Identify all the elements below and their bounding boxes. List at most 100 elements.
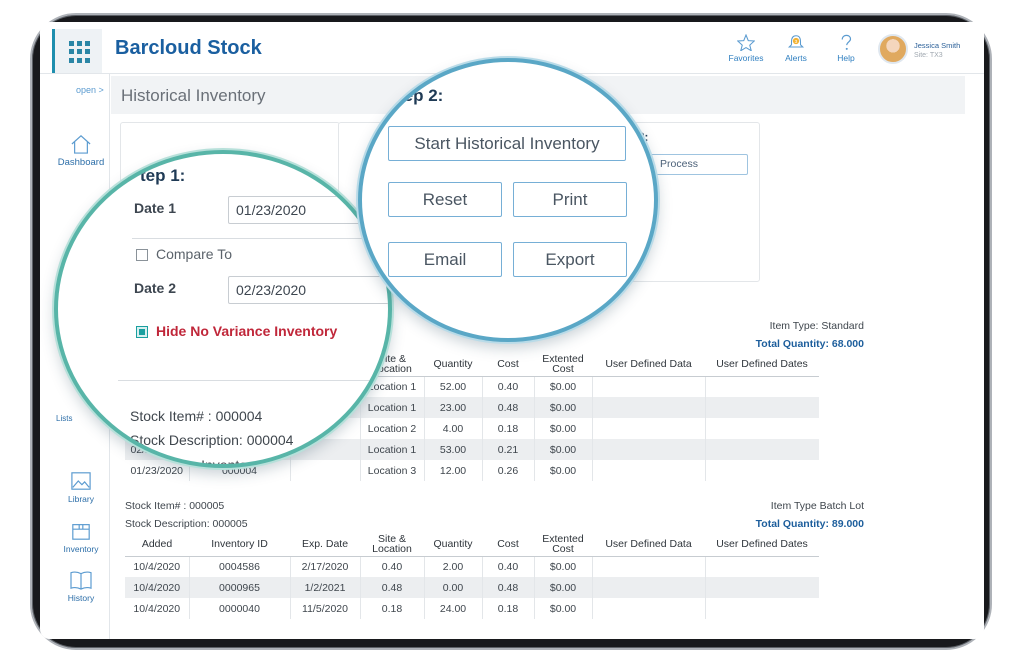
hide-no-variance-label: Hide No Variance Inventory xyxy=(156,323,338,339)
sidebar-item-history[interactable]: History xyxy=(52,570,110,603)
print-button[interactable]: Print xyxy=(513,182,627,217)
sidebar-item-library[interactable]: Library xyxy=(52,471,110,504)
sidebar-item-label: Dashboard xyxy=(57,157,105,168)
cell-user-defined-data xyxy=(591,439,705,460)
favorites-label: Favorites xyxy=(728,53,764,63)
start-historical-inventory-button[interactable]: Start Historical Inventory xyxy=(388,126,626,161)
cell-quantity: 2.00 xyxy=(423,556,482,577)
col-user-defined-data: User Defined Data xyxy=(592,532,705,557)
sidebar-item-inventory[interactable]: Inventory xyxy=(52,521,110,554)
cell-quantity: 52.00 xyxy=(423,376,482,397)
cell-extended-cost: $0.00 xyxy=(533,418,592,439)
alerts-button[interactable]: 3 Alerts xyxy=(774,34,818,63)
email-button[interactable]: Email xyxy=(388,242,502,277)
cell-quantity: 24.00 xyxy=(423,598,482,619)
cell-cost: 0.26 xyxy=(481,460,534,481)
cell-user-defined-data xyxy=(591,556,705,577)
image-icon xyxy=(71,472,91,490)
date1-label: Date 1 xyxy=(134,200,177,216)
cell-user-defined-data xyxy=(591,598,705,619)
item2-total-quantity: Total Quantity: 89.000 xyxy=(755,518,864,530)
table-row[interactable]: 10/4/2020 0000965 1/2/2021 0.48 0.00 0.4… xyxy=(125,577,819,598)
cell-site-location: Location 1 xyxy=(359,439,424,460)
cell-cost: 0.48 xyxy=(481,577,534,598)
cell-user-defined-dates xyxy=(704,439,819,460)
cell-quantity: 23.00 xyxy=(423,397,482,418)
table-row[interactable]: 10/4/2020 0004586 2/17/2020 0.40 2.00 0.… xyxy=(125,556,819,577)
box-icon xyxy=(72,524,90,540)
step1-label: tep 1: xyxy=(140,166,186,185)
cell-cost: 0.48 xyxy=(481,397,534,418)
cell-inventory-id: 0000965 xyxy=(188,577,290,598)
avatar xyxy=(878,34,908,64)
grid-menu-icon xyxy=(69,41,91,63)
table-header-row: Added Inventory ID Exp. Date Site & Loca… xyxy=(125,532,819,557)
cell-inventory-id: 0004586 xyxy=(188,556,290,577)
app-screen: Barcloud Stock Favorites 3 Alerts Help J… xyxy=(40,22,984,639)
user-site: Site: TX3 xyxy=(914,52,943,59)
col-cost: Cost xyxy=(482,532,534,557)
cell-extended-cost: $0.00 xyxy=(533,460,592,481)
question-icon xyxy=(841,34,852,50)
table-row[interactable]: 10/4/2020 0000040 11/5/2020 0.18 24.00 0… xyxy=(125,598,819,619)
promo-stage: Barcloud Stock Favorites 3 Alerts Help J… xyxy=(0,0,1024,659)
cell-quantity: 4.00 xyxy=(423,418,482,439)
sidebar-item-label: Library xyxy=(68,494,94,504)
cell-user-defined-dates xyxy=(704,376,819,397)
col-quantity: Quantity xyxy=(424,532,482,557)
cell-cost: 0.40 xyxy=(481,376,534,397)
cell-site-location: 0.40 xyxy=(359,556,424,577)
sidebar-open-link[interactable]: open > xyxy=(76,85,104,95)
col-quantity: Quantity xyxy=(424,352,482,377)
step2-magnifier: tep 2: Start Historical Inventory Reset … xyxy=(358,58,658,342)
menu-button[interactable] xyxy=(52,29,102,73)
cell-quantity: 53.00 xyxy=(423,439,482,460)
app-title: Barcloud Stock xyxy=(115,37,262,59)
sidebar-item-dashboard[interactable]: Dashboard xyxy=(52,134,110,168)
cell-cost: 0.40 xyxy=(481,556,534,577)
cell-exp-date: 1/2/2021 xyxy=(289,577,360,598)
col-inventory-id: Inventory ID xyxy=(189,532,290,557)
divider xyxy=(118,380,388,381)
compare-to-checkbox[interactable] xyxy=(136,249,148,261)
cell-added: 10/4/2020 xyxy=(133,560,181,573)
cell-exp-date: 11/5/2020 xyxy=(289,598,360,619)
alerts-label: Alerts xyxy=(785,53,807,63)
sidebar-item-lists[interactable]: Lists xyxy=(56,414,72,423)
cell-quantity: 12.00 xyxy=(423,460,482,481)
home-icon xyxy=(71,135,91,154)
item2-stock-description: Stock Description: 000005 xyxy=(125,518,248,530)
cell-site-location: 0.18 xyxy=(359,598,424,619)
cell-extended-cost: $0.00 xyxy=(533,556,592,577)
cell-site-location: Location 3 xyxy=(359,460,424,481)
date2-label: Date 2 xyxy=(134,280,177,296)
divider xyxy=(132,238,388,239)
cell-user-defined-dates xyxy=(704,418,819,439)
cell-user-defined-dates xyxy=(704,598,819,619)
cell-cost: 0.18 xyxy=(481,418,534,439)
hide-no-variance-checkbox[interactable] xyxy=(136,326,148,338)
cell-inventory-id: 0000040 xyxy=(188,598,290,619)
cell-extended-cost: $0.00 xyxy=(533,598,592,619)
help-button[interactable]: Help xyxy=(824,34,868,63)
item1-stock-item: Stock Item# : 000004 xyxy=(130,408,263,424)
user-name: Jessica Smith xyxy=(914,41,961,50)
export-button[interactable]: Export xyxy=(513,242,627,277)
reset-button[interactable]: Reset xyxy=(388,182,502,217)
item1-stock-description: Stock Description: 000004 xyxy=(130,432,294,448)
cell-extended-cost: $0.00 xyxy=(533,439,592,460)
item1-total-quantity: Total Quantity: 68.000 xyxy=(755,338,864,350)
help-label: Help xyxy=(837,53,855,63)
favorites-button[interactable]: Favorites xyxy=(724,34,768,63)
date2-input[interactable]: 02/23/2020 xyxy=(228,276,388,304)
col-user-defined-data: User Defined Data xyxy=(592,352,705,377)
alerts-badge: 3 xyxy=(795,39,798,45)
page-title: Historical Inventory xyxy=(121,86,266,105)
cell-cost: 0.21 xyxy=(481,439,534,460)
cell-extended-cost: $0.00 xyxy=(533,577,592,598)
cell-user-defined-data xyxy=(591,460,705,481)
step2-label: tep 2: xyxy=(398,86,444,105)
cell-exp-date: 2/17/2020 xyxy=(289,556,360,577)
cell-extended-cost: $0.00 xyxy=(533,397,592,418)
cell-added: 10/4/2020 xyxy=(125,577,189,598)
